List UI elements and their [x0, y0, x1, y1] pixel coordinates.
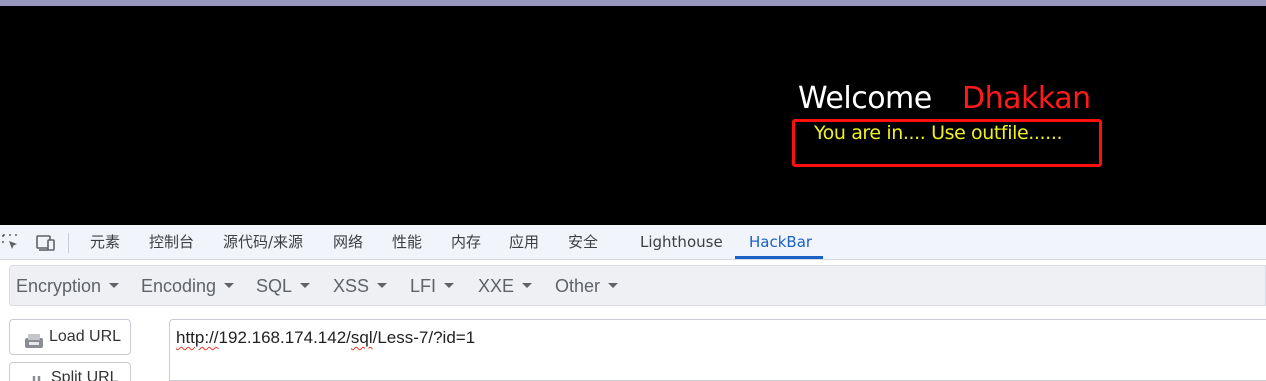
caret-down-icon [522, 283, 533, 288]
menu-encryption[interactable]: Encryption [16, 275, 120, 297]
device-toolbar-icon[interactable] [35, 233, 55, 253]
welcome-text: Welcome [798, 81, 932, 116]
caret-down-icon [444, 283, 455, 288]
split-url-icon [30, 371, 50, 381]
load-url-label: Load URL [49, 328, 122, 345]
username-text: Dhakkan [962, 81, 1091, 116]
menu-xss[interactable]: XSS [333, 275, 388, 297]
active-tab-indicator [735, 256, 823, 259]
menu-xxe[interactable]: XXE [478, 275, 533, 297]
tab-security[interactable]: 安全 [568, 225, 598, 260]
menu-sql[interactable]: SQL [256, 275, 311, 297]
caret-down-icon [300, 283, 311, 288]
caret-down-icon [109, 283, 120, 288]
devtools-tab-bar: 元素 控制台 源代码/来源 网络 性能 内存 应用 安全 Lighthouse … [0, 225, 1266, 260]
menu-encoding[interactable]: Encoding [141, 275, 235, 297]
load-url-icon [24, 329, 44, 348]
load-url-button[interactable]: Load URL [9, 319, 131, 355]
tab-memory[interactable]: 内存 [451, 225, 481, 260]
menu-other[interactable]: Other [555, 275, 619, 297]
menu-lfi[interactable]: LFI [410, 275, 455, 297]
login-message: You are in.... Use outfile...... [814, 122, 1063, 144]
caret-down-icon [224, 283, 235, 288]
tab-application[interactable]: 应用 [509, 225, 539, 260]
tab-lighthouse[interactable]: Lighthouse [640, 225, 723, 260]
tab-elements[interactable]: 元素 [90, 225, 120, 260]
tab-sources[interactable]: 源代码/来源 [223, 225, 303, 260]
tab-console[interactable]: 控制台 [149, 225, 194, 260]
split-url-button[interactable]: Split URL [9, 362, 131, 381]
inspect-element-icon[interactable] [1, 233, 21, 253]
tab-network[interactable]: 网络 [333, 225, 363, 260]
split-url-label: Split URL [51, 369, 119, 381]
caret-down-icon [608, 283, 619, 288]
tab-performance[interactable]: 性能 [392, 225, 422, 260]
tab-hackbar[interactable]: HackBar [749, 225, 812, 260]
toolbar-separator [68, 233, 69, 253]
caret-down-icon [377, 283, 388, 288]
url-value[interactable]: http://192.168.174.142/sql/Less-7/?id=1 [176, 327, 475, 349]
